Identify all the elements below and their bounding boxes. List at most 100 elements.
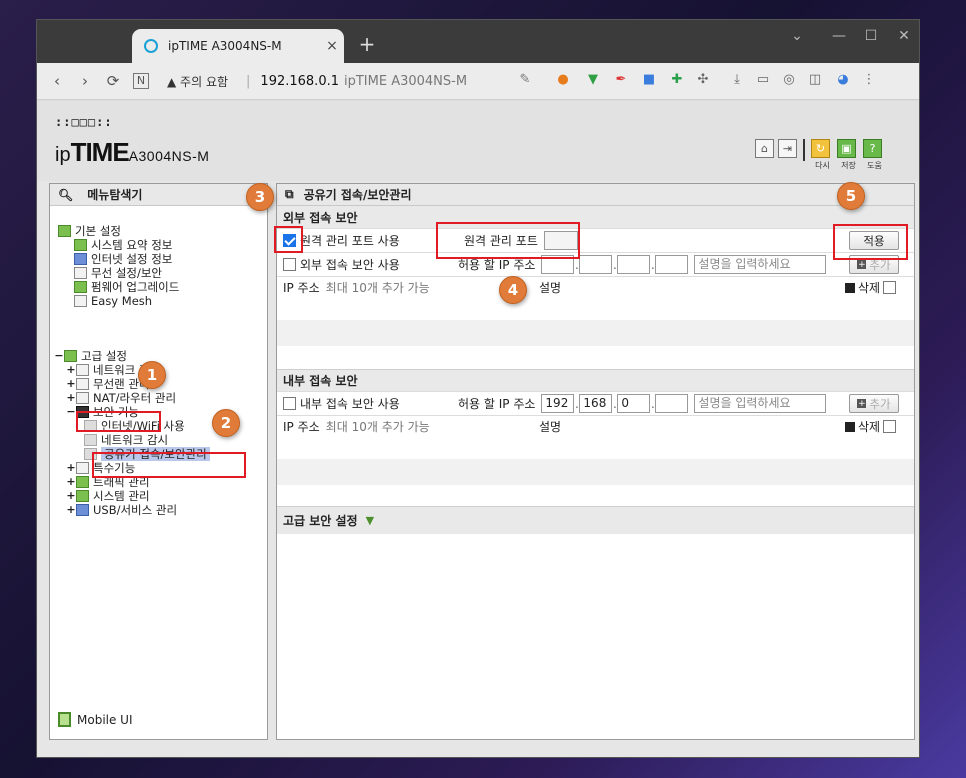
ext-ip-3[interactable] xyxy=(617,255,651,274)
int-ip-3[interactable]: 0 xyxy=(617,394,651,413)
tree-item-firmware[interactable]: 펌웨어 업그레이드 xyxy=(58,280,179,294)
ext-ip-4[interactable] xyxy=(655,255,689,274)
tree-item-wireless[interactable]: 무선 설정/보안 xyxy=(58,266,179,280)
tree-item-easy-mesh[interactable]: Easy Mesh xyxy=(58,294,179,308)
highlight-apply-button xyxy=(833,224,908,260)
address-title: ipTIME A3004NS-M xyxy=(344,73,468,89)
int-delete-col: 삭제 xyxy=(845,418,900,435)
reload-label: 다시 xyxy=(815,161,830,170)
internal-security-label: 내부 접속 보안 사용 xyxy=(300,397,400,411)
tree-item-nat-router[interactable]: + NAT/라우터 관리 xyxy=(54,391,210,405)
new-tab-button[interactable]: + xyxy=(355,32,379,56)
content-title-label: 공유기 접속/보안관리 xyxy=(303,188,412,202)
int-ip-4[interactable] xyxy=(655,394,689,413)
int-desc-input[interactable]: 설명을 입력하세요 xyxy=(694,394,827,413)
folder-icon xyxy=(58,225,71,237)
tree-item-system[interactable]: + 시스템 관리 xyxy=(54,489,210,503)
logo-main: TIME xyxy=(70,137,130,167)
tree-basic-settings[interactable]: 기본 설정 xyxy=(58,224,179,238)
cast-icon[interactable]: ▭ xyxy=(753,72,773,90)
tree-item-network[interactable]: + 네트워크 관리 xyxy=(54,363,210,377)
external-security-header: 외부 접속 보안 xyxy=(277,206,914,228)
extension-b-icon[interactable]: ■ xyxy=(639,72,659,90)
shield-icon[interactable]: ▼ xyxy=(583,72,603,90)
reload-button[interactable]: ↻ 다시 xyxy=(811,139,834,171)
advanced-security-label: 고급 보안 설정 xyxy=(283,514,358,528)
mobile-ui-link[interactable]: Mobile UI xyxy=(58,712,133,727)
int-ip-2[interactable]: 168 xyxy=(579,394,613,413)
tree-item-wireless-lan[interactable]: + 무선랜 관리 xyxy=(54,377,210,391)
logout-icon[interactable]: ⇥ xyxy=(778,139,797,158)
eyedropper-icon[interactable]: ✒ xyxy=(611,72,631,90)
phone-icon xyxy=(58,712,71,727)
sidebar-icon[interactable]: ◫ xyxy=(805,72,825,90)
add-icon: + xyxy=(857,398,867,409)
tree-item-usb-service[interactable]: + USB/서비스 관리 xyxy=(54,503,210,517)
tree-item-system-summary[interactable]: 시스템 요약 정보 xyxy=(58,238,179,252)
help-button[interactable]: ? 도움 xyxy=(863,139,886,171)
usb-icon xyxy=(76,504,89,516)
maximize-icon[interactable]: ☐ xyxy=(859,28,883,44)
profile-icon[interactable]: ◕ xyxy=(833,72,853,90)
tree-label: 펌웨어 업그레이드 xyxy=(91,280,180,294)
save-button[interactable]: ▣ 저장 xyxy=(837,139,860,171)
browser-tab[interactable]: ipTIME A3004NS-M × xyxy=(132,29,344,63)
window-icon: ⧉ xyxy=(285,187,294,201)
save-icon: ▣ xyxy=(837,139,856,158)
translate-icon[interactable]: ✎ xyxy=(515,72,535,90)
external-security-checkbox[interactable] xyxy=(283,258,296,271)
logo-dots: ::□□□:: xyxy=(55,115,113,129)
puzzle-icon[interactable]: ✣ xyxy=(693,72,713,90)
minimize-icon[interactable]: — xyxy=(827,28,851,44)
back-icon[interactable]: ‹ xyxy=(43,72,71,90)
menu-icon[interactable]: ⋮ xyxy=(859,72,879,90)
external-security-label: 외부 접속 보안 사용 xyxy=(300,258,400,272)
address-bar[interactable]: ▲ 주의 요함 | 192.168.0.1 ipTIME A3004NS-M xyxy=(167,67,507,95)
router-admin-page: ::□□□:: ipTIMEA3004NS-M ⌂ ⇥ ↻ 다시 ▣ 저장 ? … xyxy=(37,101,919,757)
int-add-label: 추가 xyxy=(869,396,891,411)
ext-desc-input[interactable]: 설명을 입력하세요 xyxy=(694,255,827,274)
tab-search-icon[interactable]: ⌄ xyxy=(785,28,809,44)
tree-item-internet-info[interactable]: 인터넷 설정 정보 xyxy=(58,252,179,266)
reload-icon[interactable]: ⟳ xyxy=(99,72,127,90)
expand-arrow-icon[interactable]: ▼ xyxy=(366,514,374,527)
tree-label: USB/서비스 관리 xyxy=(93,503,178,517)
extension-g-icon[interactable]: ● xyxy=(553,72,573,90)
int-ip-1[interactable]: 192 xyxy=(541,394,575,413)
home-icon[interactable]: ⌂ xyxy=(755,139,774,158)
ext-list-row xyxy=(277,320,914,346)
int-add-button[interactable]: + 추가 xyxy=(849,394,899,413)
tree-item-network-monitor[interactable]: 네트워크 감시 xyxy=(54,433,210,447)
security-warning[interactable]: ▲ 주의 요함 xyxy=(167,73,228,90)
delete-icon xyxy=(845,282,855,293)
ext-desc-col: 설명 xyxy=(539,281,562,295)
int-list-row xyxy=(277,437,914,459)
mesh-icon xyxy=(74,295,87,307)
extension-plus-icon[interactable]: ✚ xyxy=(667,72,687,90)
tab-strip: ipTIME A3004NS-M × + ⌄ — ☐ ✕ xyxy=(37,20,919,63)
tree-label: 기본 설정 xyxy=(75,224,121,238)
close-window-icon[interactable]: ✕ xyxy=(892,28,916,44)
ext-delete-all-checkbox[interactable] xyxy=(883,281,897,294)
screenshot-icon[interactable]: ◎ xyxy=(779,72,799,90)
int-ip-note: 최대 10개 추가 가능 xyxy=(325,420,430,434)
highlight-remote-port xyxy=(436,222,580,259)
reader-mode-icon[interactable]: N xyxy=(133,73,149,89)
highlight-router-access-menu xyxy=(92,452,246,478)
header-divider xyxy=(803,139,805,161)
tab-close-icon[interactable]: × xyxy=(320,38,344,54)
int-delete-all-checkbox[interactable] xyxy=(883,420,897,433)
forward-icon[interactable]: › xyxy=(71,72,99,90)
help-label: 도움 xyxy=(867,161,882,170)
tree-label: 무선 설정/보안 xyxy=(91,266,163,280)
download-icon[interactable]: ⤓ xyxy=(727,72,747,90)
tree-label: 시스템 관리 xyxy=(93,489,150,503)
tree-advanced-settings[interactable]: − 고급 설정 xyxy=(54,349,210,363)
magnifier-icon: 🔍︎ xyxy=(58,187,74,202)
special-icon xyxy=(76,462,89,474)
internal-security-checkbox[interactable] xyxy=(283,397,296,410)
advanced-security-header[interactable]: 고급 보안 설정 ▼ xyxy=(277,506,914,534)
ext-list-row xyxy=(277,298,914,320)
ext-ip-2[interactable] xyxy=(579,255,613,274)
browser-window: ipTIME A3004NS-M × + ⌄ — ☐ ✕ ‹ › ⟳ N ▲ 주… xyxy=(36,19,920,758)
